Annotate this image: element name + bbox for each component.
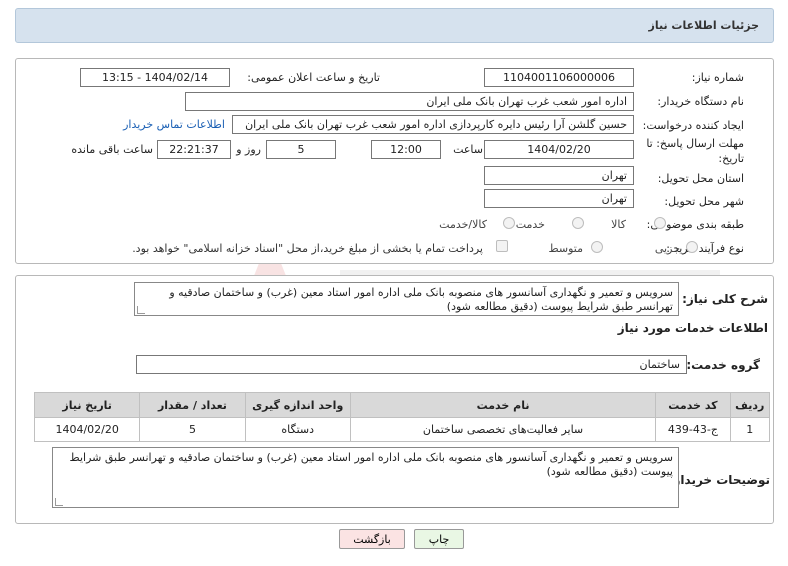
col-name-header: نام خدمت (349, 392, 657, 418)
deadline-time-label: ساعت (453, 143, 483, 156)
city-label: شهر محل تحویل: (664, 195, 744, 208)
cell-need-date: 1404/02/20 (33, 417, 141, 442)
cell-service-name: سایر فعالیت‌های تخصصی ساختمان (349, 417, 657, 442)
summary-text: سرویس و تعمیر و نگهداری آسانسور های منصو… (169, 286, 673, 313)
category-goods-radio[interactable] (654, 217, 666, 229)
summary-label: شرح کلی نیاز: (682, 292, 768, 306)
requester-field: حسین گلشن آرا رئیس دایره کارپردازی اداره… (232, 115, 634, 134)
announce-label: تاریخ و ساعت اعلان عمومی: (247, 71, 380, 84)
category-service-label: خدمت (515, 218, 545, 231)
deadline-date-field: 1404/02/20 (484, 140, 634, 159)
buyer-org-label: نام دستگاه خریدار: (657, 95, 744, 108)
page-header: جزئیات اطلاعات نیاز (15, 8, 774, 43)
need-info-panel (15, 58, 774, 264)
summary-textarea: سرویس و تعمیر و نگهداری آسانسور های منصو… (134, 282, 679, 316)
cell-service-code: ج-43-439 (655, 417, 731, 442)
category-service-radio[interactable] (572, 217, 584, 229)
resize-grip-icon[interactable] (55, 498, 63, 506)
services-section-title: اطلاعات خدمات مورد نیاز (617, 321, 768, 335)
province-field: تهران (484, 166, 634, 185)
buyer-org-field: اداره امور شعب غرب تهران بانک ملی ایران (185, 92, 634, 111)
requester-label: ایجاد کننده درخواست: (642, 119, 744, 132)
buyer-notes-label: توضیحات خریدار: (668, 473, 770, 487)
process-medium-label: متوسط (548, 242, 583, 255)
back-button[interactable]: بازگشت (339, 529, 405, 549)
services-table: ردیف کد خدمت نام خدمت واحد اندازه گیری ت… (33, 392, 771, 442)
need-number-field: 1104001106000006 (484, 68, 634, 87)
need-number-label: شماره نیاز: (691, 71, 744, 84)
col-unit-header: واحد اندازه گیری (244, 392, 351, 418)
treasury-payment-checkbox[interactable] (496, 240, 508, 252)
process-minor-label: جزیی (654, 242, 680, 255)
table-row: 1 ج-43-439 سایر فعالیت‌های تخصصی ساختمان… (33, 417, 771, 442)
cell-quantity: 5 (139, 417, 246, 442)
remaining-time-label: ساعت باقی مانده (71, 143, 153, 156)
col-row-header: ردیف (729, 392, 771, 418)
days-field: 5 (266, 140, 336, 159)
category-goods-label: کالا (611, 218, 626, 231)
deadline-label: مهلت ارسال پاسخ: تا (646, 137, 744, 150)
service-group-field: ساختمان (136, 355, 687, 374)
page-title: جزئیات اطلاعات نیاز (648, 19, 760, 32)
remaining-time-field: 22:21:37 (157, 140, 231, 159)
cell-unit: دستگاه (244, 417, 351, 442)
days-label: روز و (236, 143, 261, 156)
province-label: استان محل تحویل: (657, 172, 744, 185)
col-date-header: تاریخ نیاز (33, 392, 141, 418)
category-goods-service-label: کالا/خدمت (439, 218, 487, 231)
buyer-notes-text: سرویس و تعمیر و نگهداری آسانسور های منصو… (69, 451, 673, 478)
deadline-date-label: تاریخ: (718, 152, 744, 165)
announce-field: 1404/02/14 - 13:15 (80, 68, 230, 87)
process-medium-radio[interactable] (591, 241, 603, 253)
buyer-contact-link[interactable]: اطلاعات تماس خریدار (123, 118, 225, 131)
deadline-time-field: 12:00 (371, 140, 441, 159)
col-qty-header: تعداد / مقدار (139, 392, 246, 418)
cell-row-number: 1 (729, 417, 771, 442)
city-field: تهران (484, 189, 634, 208)
col-code-header: کد خدمت (655, 392, 731, 418)
treasury-payment-note: پرداخت تمام یا بخشی از مبلغ خرید،از محل … (132, 242, 483, 255)
buyer-notes-textarea: سرویس و تعمیر و نگهداری آسانسور های منصو… (52, 447, 679, 508)
service-group-label: گروه خدمت: (686, 358, 760, 372)
process-minor-radio[interactable] (686, 241, 698, 253)
category-goods-service-radio[interactable] (503, 217, 515, 229)
table-header-row: ردیف کد خدمت نام خدمت واحد اندازه گیری ت… (33, 392, 771, 418)
print-button[interactable]: چاپ (414, 529, 464, 549)
resize-grip-icon[interactable] (137, 306, 145, 314)
